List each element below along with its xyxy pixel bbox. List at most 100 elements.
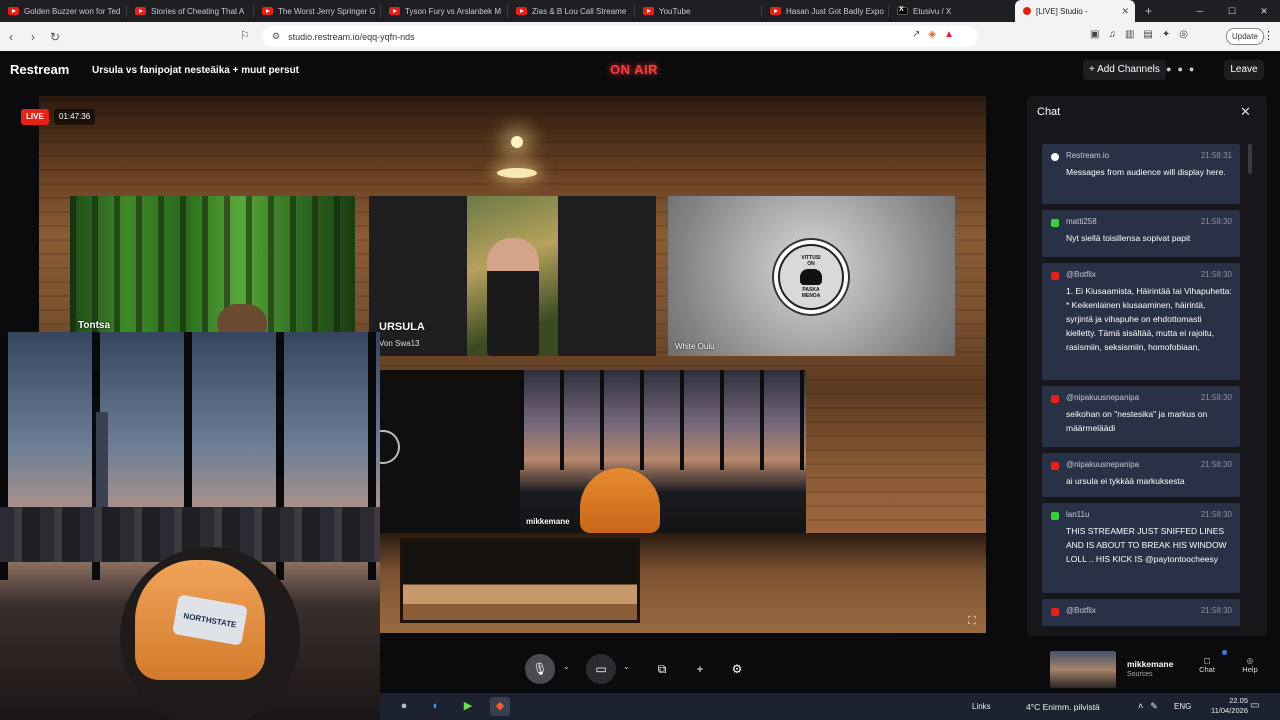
chat-message-list[interactable]: Restream.io 21:58:31 Messages from audie… — [1042, 144, 1240, 626]
taskbar-links[interactable]: Links — [972, 702, 991, 711]
taskbar-clock[interactable]: 22.05 11/04/2026 — [1206, 696, 1248, 716]
leave-button[interactable]: Leave — [1224, 60, 1264, 80]
youtube-icon — [770, 7, 781, 15]
close-icon[interactable]: ✕ — [1240, 104, 1251, 120]
browser-tab[interactable]: YouTube — [635, 0, 761, 22]
clock-time: 22.05 — [1229, 696, 1248, 705]
share-screen-button[interactable]: ⧉ — [647, 654, 677, 684]
chat-text: THIS STREAMER JUST SNIFFED LINES AND IS … — [1066, 526, 1227, 564]
chat-time: 21:58:30 — [1200, 393, 1232, 402]
edge-icon[interactable]: ◐ — [426, 697, 446, 716]
browser-tab[interactable]: Tyson Fury vs Arslanbek M — [381, 0, 507, 22]
language-indicator[interactable]: ENG — [1174, 702, 1191, 711]
live-badge: LIVE — [21, 109, 49, 125]
chat-button[interactable]: ▢ Chat — [1195, 656, 1219, 674]
on-air-indicator: ON AIR — [610, 62, 659, 77]
logo-text-mid: ON — [807, 261, 815, 267]
close-tab-icon[interactable]: ✕ — [1121, 6, 1129, 17]
fullscreen-icon[interactable]: ⛶ — [968, 615, 976, 628]
site-settings-icon[interactable]: ⚙ — [272, 31, 280, 42]
reload-icon[interactable]: ↻ — [44, 30, 66, 44]
close-window-icon[interactable]: ✕ — [1248, 0, 1280, 22]
settings-button[interactable]: ⚙ — [722, 654, 752, 684]
tab-title: [LIVE] Studio - — [1036, 6, 1088, 16]
chat-message: @Botflix 21:58:30 1. Ei Kiusaamista, Häi… — [1042, 263, 1240, 380]
clock-date: 11/04/2026 — [1211, 706, 1248, 715]
brave-rewards-icon[interactable]: ▲ — [944, 29, 954, 40]
restream-icon — [1023, 7, 1031, 15]
channel-icon[interactable]: ● — [1177, 64, 1182, 74]
vpn-icon[interactable]: ◎ — [1179, 29, 1188, 40]
chat-time: 21:58:30 — [1200, 270, 1232, 279]
address-bar[interactable]: ⚙ studio.restream.io/eqq-yqfn-nds — [262, 26, 978, 47]
browser-tab-active[interactable]: [LIVE] Studio - ✕ — [1015, 0, 1135, 22]
browser-tab[interactable]: The Worst Jerry Springer G — [254, 0, 380, 22]
tab-title: Zias & B Lou Call Streame — [532, 6, 627, 16]
participant-tile-mikkemane[interactable]: mikkemane — [380, 370, 806, 533]
browser-tab[interactable]: Stories of Cheating That A — [127, 0, 253, 22]
youtube-icon — [135, 7, 146, 15]
microphone-button[interactable]: 🎙 — [525, 654, 555, 684]
extensions-icon[interactable]: ✦ — [1162, 29, 1170, 40]
media-icon[interactable]: ♫ — [1108, 29, 1116, 40]
minimize-icon[interactable]: ─ — [1184, 0, 1216, 22]
reader-icon[interactable]: ▣ — [1090, 29, 1099, 40]
tab-title: Etusivu / X — [913, 6, 952, 16]
browser-tab[interactable]: Hasan Just Got Badly Expo — [762, 0, 888, 22]
self-camera-overlay: NORTHSTATE — [0, 332, 380, 720]
wallet-icon[interactable]: ▤ — [1143, 29, 1152, 40]
chat-button-label: Chat — [1199, 665, 1215, 674]
participant-name: URSULA — [379, 321, 425, 333]
tab-title: Stories of Cheating That A — [151, 6, 245, 16]
participant-tile-white-oulu[interactable]: VITTUSI ON PASKA MENOA White Oulu — [668, 196, 955, 356]
address-bar-actions: ↗ ◈ ▲ — [912, 29, 954, 40]
chat-time: 21:58:30 — [1200, 510, 1232, 519]
chat-message: @nipakuusnepanipa 21:58:30 ai ursula ei … — [1042, 453, 1240, 497]
add-channels-button[interactable]: + Add Channels — [1083, 60, 1166, 80]
help-button[interactable]: ◎ Help — [1238, 656, 1262, 674]
chevron-up-icon[interactable]: ˄ — [1138, 701, 1143, 712]
chat-message: lan11u 21:58:30 THIS STREAMER JUST SNIFF… — [1042, 503, 1240, 593]
chevron-down-icon[interactable]: ⌄ — [623, 662, 630, 671]
browser-tab[interactable]: Etusivu / X — [889, 0, 1015, 22]
stream-title[interactable]: Ursula vs fanipojat nesteäika + muut per… — [92, 65, 299, 76]
add-button[interactable]: + — [685, 654, 715, 684]
notification-icon[interactable]: ▭ — [1250, 700, 1259, 711]
participant-tile-ursula[interactable]: URSULA Von Swa13 — [369, 196, 656, 356]
tab-title: Tyson Fury vs Arslanbek M — [405, 6, 502, 16]
chat-text: ai ursula ei tykkää markuksesta — [1066, 476, 1185, 486]
menu-icon[interactable]: ⋮ — [1263, 29, 1274, 42]
restream-logo[interactable]: Restream — [10, 62, 69, 77]
maximize-icon[interactable]: ☐ — [1216, 0, 1248, 22]
chat-scrollbar[interactable] — [1248, 144, 1252, 174]
participant-name: mikkemane — [526, 517, 570, 526]
forward-icon[interactable]: › — [22, 30, 44, 44]
browser-tab[interactable]: Zias & B Lou Call Streame — [508, 0, 634, 22]
chat-title: Chat — [1037, 106, 1061, 118]
pen-icon[interactable]: ✎ — [1150, 701, 1158, 712]
share-icon[interactable]: ↗ — [912, 29, 920, 40]
chat-time: 21:58:30 — [1200, 606, 1232, 615]
participant-tile-tontsa[interactable]: Tontsa — [70, 196, 355, 332]
back-icon[interactable]: ‹ — [0, 30, 22, 44]
chevron-down-icon[interactable]: ⌄ — [563, 662, 570, 671]
weather-widget[interactable]: 4°C Enimm. pilvistä — [1026, 702, 1100, 712]
update-button[interactable]: Update — [1226, 28, 1264, 45]
bookmark-icon[interactable]: ⚐ — [240, 29, 250, 42]
brave-shield-icon[interactable]: ◈ — [928, 29, 936, 40]
new-tab-icon[interactable]: + — [1145, 4, 1152, 18]
cat-icon — [800, 269, 822, 285]
camera-button[interactable]: ▭ — [586, 654, 616, 684]
app-icon-generic[interactable]: ● — [394, 697, 414, 716]
source-thumbnail[interactable] — [1050, 651, 1116, 688]
logo-text-end: MENOA — [801, 293, 821, 299]
browser-tab[interactable]: Golden Buzzer won for Ted — [0, 0, 126, 22]
studio-controls: 🎙 ⌄ ▭ ⌄ ⧉ + ⚙ mikkemane Sources ▢ Chat ◎ H… — [380, 650, 1280, 690]
tab-title: YouTube — [659, 6, 691, 16]
sidebar-icon[interactable]: ▥ — [1125, 29, 1134, 40]
chat-text: Nyt siellä toisillensa sopivat papit — [1066, 233, 1191, 243]
media-player-icon[interactable]: ▶ — [458, 697, 478, 716]
brave-icon[interactable]: ◆ — [490, 697, 510, 716]
channel-icon[interactable]: ● — [1189, 64, 1194, 74]
channel-icon[interactable]: ● — [1166, 64, 1171, 74]
